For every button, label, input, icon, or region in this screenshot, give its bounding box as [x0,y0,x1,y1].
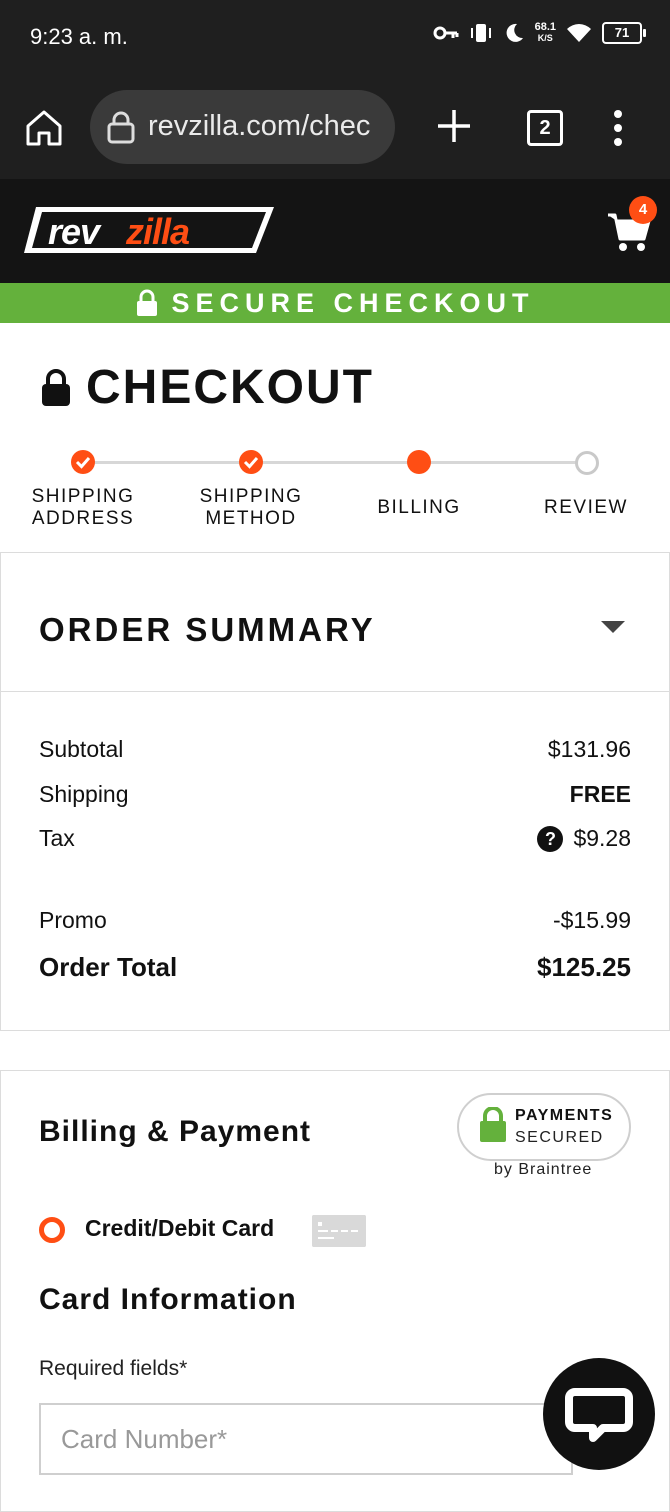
help-icon[interactable]: ? [537,825,564,852]
lock-icon [42,368,70,406]
promo-value: -$15.99 [552,907,631,933]
credit-card-icon [312,1215,366,1247]
chat-button[interactable] [543,1358,655,1470]
credit-card-label[interactable]: Credit/Debit Card [85,1215,274,1242]
net-speed-value: 68.1 [534,21,556,33]
revzilla-logo[interactable]: rev zilla [22,203,278,257]
more-menu-icon[interactable] [606,108,630,148]
step-label-line: ADDRESS [31,508,135,529]
key-icon [433,26,459,40]
site-header: rev zilla [0,179,670,283]
step-shipping-address-check-icon [71,450,95,474]
chevron-down-icon [601,621,625,633]
step-label-line: SHIPPING [199,486,303,507]
tax-row: Tax ? $9.28 [39,825,631,852]
progress-line [83,461,586,464]
shipping-label: Shipping [39,781,129,807]
badge-line2: SECURED [515,1129,604,1146]
shipping-value: FREE [569,781,631,807]
step-review-label: REVIEW [501,497,670,519]
logo-text-zilla: zilla [125,211,189,252]
logo-text-rev: rev [48,211,102,252]
step-shipping-method-label[interactable]: SHIPPING METHOD [166,486,336,530]
status-icons: 68.1 K/S 71 [433,22,646,44]
status-time: 9:23 a. m. [30,24,128,49]
card-information-title: Card Information [39,1283,297,1316]
step-label-line: BILLING [377,497,461,518]
moon-icon [506,23,523,42]
order-summary-details: Subtotal $131.96 Shipping FREE Tax ? $9.2… [0,690,670,1031]
promo-label: Promo [39,907,107,933]
tab-switcher-button[interactable]: 2 [527,110,563,146]
subtotal-value: $131.96 [547,736,631,762]
order-summary-title: ORDER SUMMARY [39,611,376,648]
home-icon[interactable] [22,106,66,150]
cart-count-badge: 4 [629,196,657,224]
tax-value: $9.28 [573,825,631,851]
order-summary-toggle[interactable]: ORDER SUMMARY [0,552,670,692]
status-bar: 9:23 a. m. 68.1 K/S 71 [0,0,670,78]
new-tab-icon[interactable] [434,106,474,146]
shipping-row: Shipping FREE [39,781,631,808]
chat-icon [565,1388,633,1442]
vibrate-icon [470,24,491,42]
page-title: CHECKOUT [40,360,374,415]
net-speed: 68.1 K/S [535,22,556,44]
step-billing-label: BILLING [334,497,504,519]
battery-level: 71 [614,25,630,40]
tax-label: Tax [39,825,75,851]
card-number-input[interactable] [39,1403,573,1475]
checkout-title: CHECKOUT [86,361,374,414]
step-label-line: REVIEW [544,497,628,518]
step-shipping-address-label[interactable]: SHIPPING ADDRESS [0,486,168,530]
payments-secured-badge: PAYMENTS SECURED [457,1093,631,1161]
step-label-line: SHIPPING [31,486,135,507]
order-total-row: Order Total $125.25 [39,952,631,983]
billing-title: Billing & Payment [39,1115,312,1148]
step-billing-dot [407,450,431,474]
subtotal-label: Subtotal [39,736,124,762]
secure-checkout-banner: SECURE CHECKOUT [0,283,670,323]
net-speed-unit: K/S [537,33,553,43]
order-total-value: $125.25 [537,952,631,982]
badge-line1: PAYMENTS [515,1107,614,1124]
wifi-icon [567,24,591,42]
required-fields-note: Required fields* [39,1357,188,1380]
lock-icon [137,289,158,316]
lock-icon [107,111,135,144]
promo-row: Promo -$15.99 [39,907,631,934]
browser-toolbar: revzilla.com/chec 2 [0,78,670,179]
braintree-label: by Braintree [494,1161,593,1178]
step-label-line: METHOD [205,508,297,529]
url-bar[interactable]: revzilla.com/chec [90,90,395,164]
tab-count: 2 [539,117,551,139]
step-shipping-method-check-icon [239,450,263,474]
battery-icon: 71 [602,22,646,44]
subtotal-row: Subtotal $131.96 [39,736,631,763]
url-text: revzilla.com/chec [148,110,371,142]
lock-icon [480,1107,506,1142]
credit-card-radio[interactable] [39,1217,65,1243]
step-review-dot [575,451,599,475]
secure-checkout-label: SECURE CHECKOUT [171,287,535,318]
order-total-label: Order Total [39,952,178,982]
